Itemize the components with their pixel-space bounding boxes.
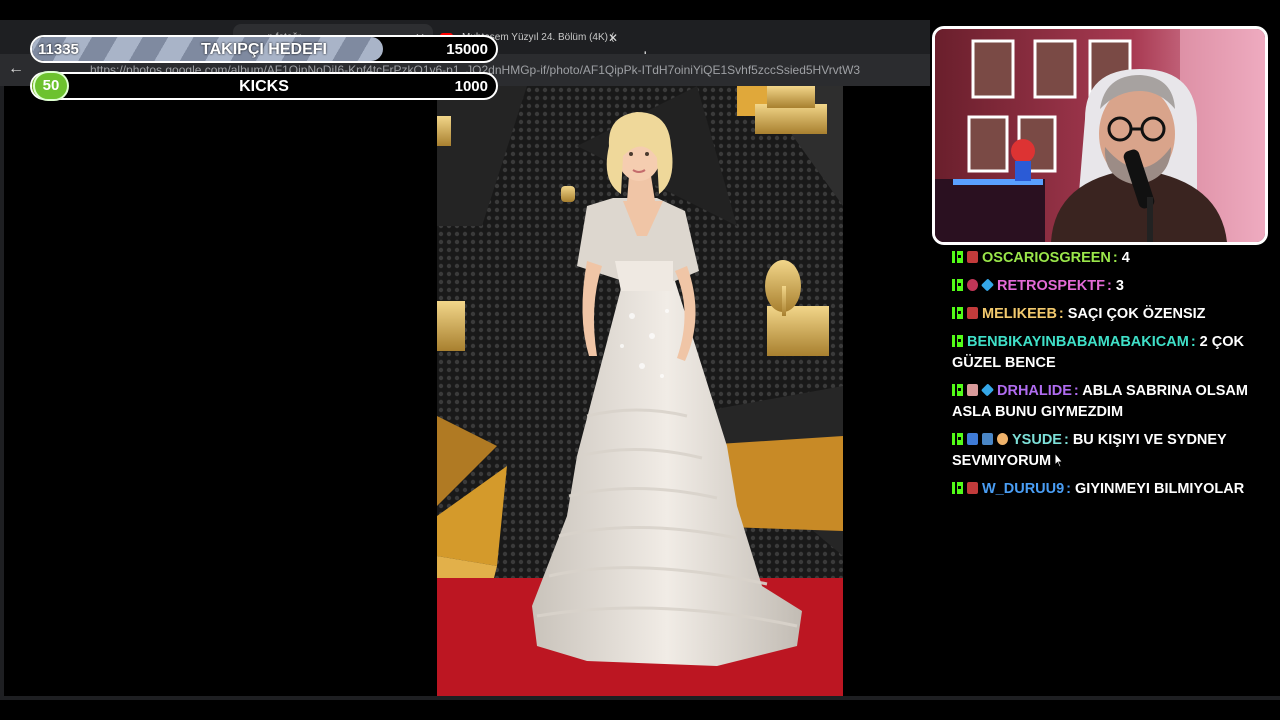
kick-badge-icon xyxy=(952,251,963,263)
chat-username[interactable]: YSUDE xyxy=(1012,432,1062,448)
chat-text: BU KIŞIYI VE SYDNEY SEVMIYORUM xyxy=(952,432,1227,469)
kick-badge-icon xyxy=(952,482,963,494)
kick-badge-icon xyxy=(952,335,963,347)
kick-badge-icon xyxy=(952,279,963,291)
chat-text: SAÇI ÇOK ÖZENSIZ xyxy=(1067,306,1206,322)
chat-message: MELIKEEB: SAÇI ÇOK ÖZENSIZ xyxy=(952,304,1262,325)
chat-message: BENBIKAYINBABAMABAKICAM: 2 ÇOK GÜZEL BEN… xyxy=(952,332,1262,374)
glasses-badge-icon xyxy=(967,384,978,396)
rose-badge-icon xyxy=(967,279,978,291)
stream-scene: { "browser": { "tabs": [ {"label": "...n… xyxy=(0,0,1280,720)
chat-username[interactable]: W_DURUU9 xyxy=(982,481,1064,497)
chat-message: YSUDE: BU KIŞIYI VE SYDNEY SEVMIYORUM xyxy=(952,430,1262,472)
close-icon[interactable]: ✕ xyxy=(608,24,618,52)
chat-colon: : xyxy=(1073,383,1083,399)
chat-colon: : xyxy=(1190,334,1200,350)
chat-colon: : xyxy=(1066,481,1076,497)
sword-badge-icon xyxy=(967,433,978,445)
kicks-goal-title: KICKS xyxy=(239,78,289,95)
chat-colon: : xyxy=(1063,432,1073,448)
kick-badge-icon xyxy=(952,307,963,319)
kicks-goal-bar: KICKS 1000 xyxy=(30,72,498,100)
chat-message: W_DURUU9: GIYINMEYI BILMIYOLAR xyxy=(952,479,1262,500)
chat-username[interactable]: MELIKEEB xyxy=(982,306,1057,322)
chat-text: GIYINMEYI BILMIYOLAR xyxy=(1075,481,1245,497)
kicks-goal-current: 50 xyxy=(33,71,69,101)
tlc-badge-icon xyxy=(967,482,978,494)
chat-username[interactable]: RETROSPEKTF xyxy=(997,278,1105,294)
photo-illustration xyxy=(437,86,843,696)
tlc-badge-icon xyxy=(967,307,978,319)
follower-goal-bar: 11335 TAKIPÇI HEDEFI 15000 xyxy=(30,35,498,63)
back-arrow-icon[interactable]: ← xyxy=(8,60,24,78)
mask-badge-icon xyxy=(982,433,993,445)
follower-goal-title: TAKIPÇI HEDEFI xyxy=(201,41,327,58)
chat-panel: OSCARIOSGREEN: 4 RETROSPEKTF: 3 MELIKEEB: … xyxy=(952,248,1262,507)
chat-text: 3 xyxy=(1115,278,1124,294)
webcam-feed xyxy=(932,26,1268,245)
follower-goal-target: 15000 xyxy=(446,41,488,58)
kicks-goal-target: 1000 xyxy=(454,78,488,95)
chat-message: RETROSPEKTF: 3 xyxy=(952,276,1262,297)
kick-badge-icon xyxy=(952,384,963,396)
arm-badge-icon xyxy=(997,433,1008,445)
kick-badge-icon xyxy=(952,433,963,445)
window-bottom-edge xyxy=(0,696,1280,700)
chat-message: OSCARIOSGREEN: 4 xyxy=(952,248,1262,269)
red-carpet-photo[interactable] xyxy=(437,86,843,696)
chat-username[interactable]: BENBIKAYINBABAMABAKICAM xyxy=(967,334,1189,350)
chat-username[interactable]: DRHALIDE xyxy=(997,383,1072,399)
window-edge xyxy=(0,86,4,698)
cube-badge-icon xyxy=(980,278,995,292)
mouse-cursor-icon xyxy=(1054,452,1063,468)
cube-badge-icon xyxy=(980,383,995,397)
chat-colon: : xyxy=(1106,278,1116,294)
chat-colon: : xyxy=(1112,250,1122,266)
chat-username[interactable]: OSCARIOSGREEN xyxy=(982,250,1111,266)
tlc-badge-icon xyxy=(967,251,978,263)
streamer-webcam-illustration xyxy=(935,29,1265,242)
chat-text: 4 xyxy=(1121,250,1130,266)
chat-colon: : xyxy=(1058,306,1068,322)
chat-message: DRHALIDE: ABLA SABRINA OLSAM ASLA BUNU G… xyxy=(952,381,1262,423)
